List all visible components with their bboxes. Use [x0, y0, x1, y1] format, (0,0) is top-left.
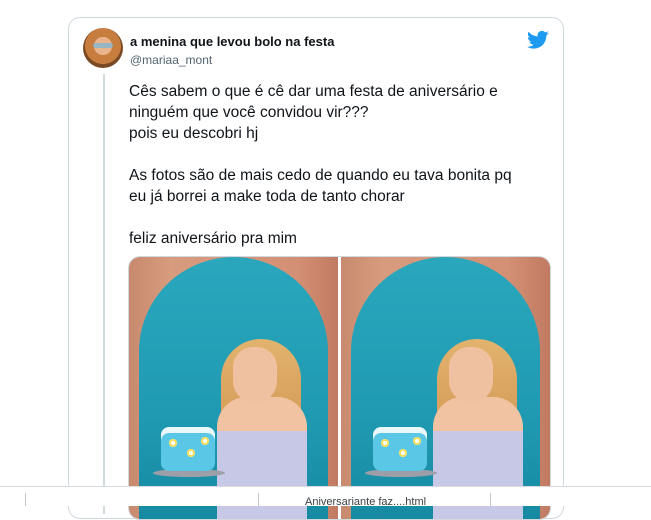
separator	[25, 493, 26, 506]
user-handle[interactable]: @mariaa_mont	[130, 53, 212, 67]
cake-flower	[399, 449, 407, 457]
photo-1[interactable]	[129, 257, 338, 519]
separator	[258, 493, 259, 506]
download-file-name[interactable]: Aniversariante faz....html	[305, 496, 426, 508]
text-line: Cês sabem o que é cê dar uma festa de an…	[129, 83, 498, 100]
cake-flower	[187, 449, 195, 457]
text-line: ninguém que você convidou vir???	[129, 104, 369, 121]
text-line: pois eu descobri hj	[129, 125, 259, 142]
download-bar: Aniversariante faz....html	[0, 486, 651, 508]
paragraph-2: As fotos são de mais cedo de quando eu t…	[129, 165, 554, 207]
cake-flower	[169, 439, 177, 447]
photo-2[interactable]	[341, 257, 550, 519]
text-line: eu já borrei a make toda de tanto chorar	[129, 188, 405, 205]
text-line: feliz aniversário pra mim	[129, 230, 297, 247]
separator	[490, 493, 491, 506]
cake-flower	[201, 437, 209, 445]
photo-subject-face	[449, 347, 493, 403]
photo-subject-face	[233, 347, 277, 403]
paragraph-1: Cês sabem o que é cê dar uma festa de an…	[129, 81, 554, 144]
avatar[interactable]	[83, 28, 123, 68]
display-name[interactable]: a menina que levou bolo na festa	[130, 34, 334, 49]
paragraph-3: feliz aniversário pra mim	[129, 228, 554, 249]
twitter-bird-icon[interactable]	[527, 30, 549, 50]
cake-flower	[381, 439, 389, 447]
tweet-text: Cês sabem o que é cê dar uma festa de an…	[129, 81, 554, 270]
tweet-media[interactable]	[128, 256, 551, 520]
tweet-card[interactable]: a menina que levou bolo na festa @mariaa…	[68, 17, 564, 520]
text-line: As fotos são de mais cedo de quando eu t…	[129, 167, 512, 184]
avatar-face-detail	[93, 43, 113, 48]
thread-line	[103, 74, 105, 514]
cake-flower	[413, 437, 421, 445]
